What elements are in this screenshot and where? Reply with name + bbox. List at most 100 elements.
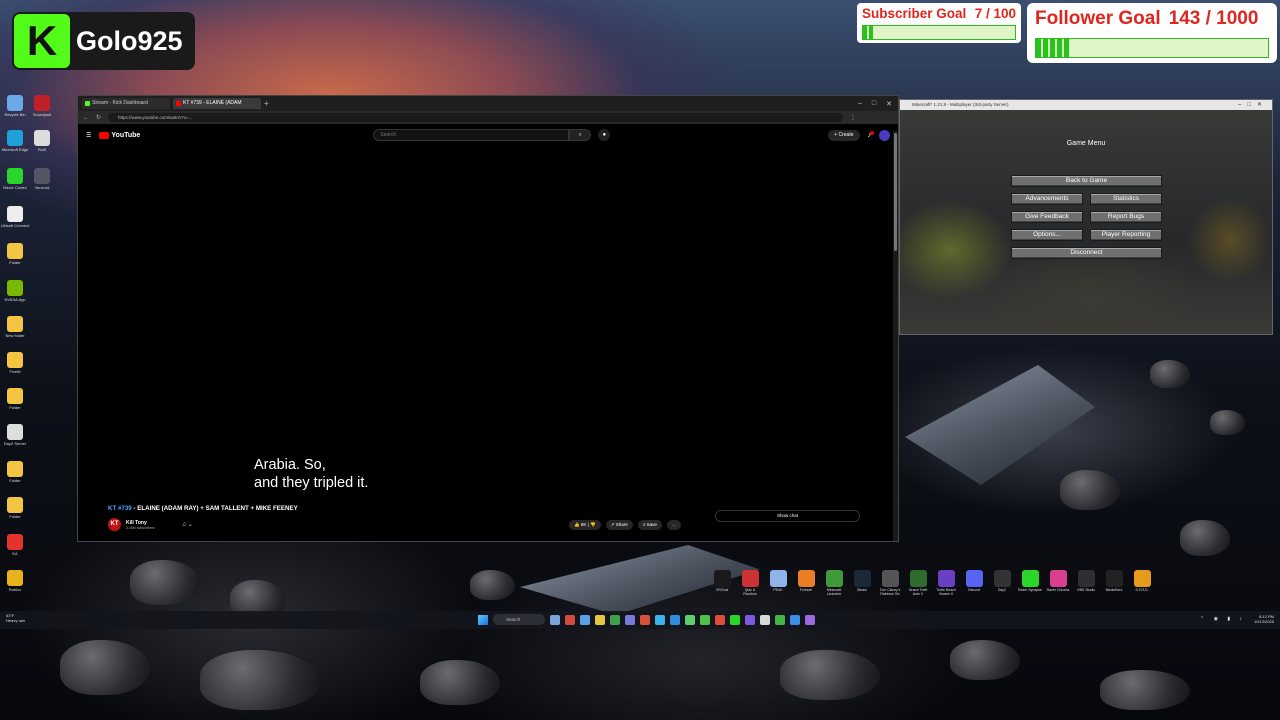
desktop-icon[interactable]: FiveM [0, 352, 30, 374]
desktop-shortcut[interactable]: Grand Theft Auto V [906, 570, 930, 596]
taskbar-app-icon[interactable] [685, 614, 695, 625]
taskbar-app-icon[interactable] [715, 614, 725, 625]
account-avatar[interactable] [879, 129, 890, 141]
episode-link[interactable]: KT #739 [108, 505, 132, 512]
more-actions-icon[interactable]: … [666, 520, 682, 530]
browser-window[interactable]: Stream - Kick Dashboard KT #739 - ELAINE… [77, 95, 899, 542]
create-button[interactable]: + Create [828, 129, 860, 141]
reload-icon[interactable]: ↻ [96, 114, 101, 121]
folder-icon [7, 497, 23, 513]
give-feedback-button[interactable]: Give Feedback [1011, 211, 1083, 223]
desktop-icon[interactable]: Folder [0, 497, 30, 519]
player-reporting-button[interactable]: Player Reporting [1090, 229, 1162, 241]
page-scrollbar[interactable] [893, 131, 898, 541]
taskbar-app-icon[interactable] [610, 614, 620, 625]
system-tray[interactable]: ⌃ ◉ ▮ ♪ [1200, 616, 1246, 622]
desktop-icon[interactable]: Folder [0, 388, 30, 410]
desktop-shortcut[interactable]: Razer Synapse [1018, 570, 1042, 596]
taskbar-app-icon[interactable] [775, 614, 785, 625]
folder-icon [7, 316, 23, 332]
close-icon[interactable]: ✕ [886, 100, 892, 108]
taskbar-app-icon[interactable] [640, 614, 650, 625]
taskbar-app-icon[interactable] [625, 614, 635, 625]
taskbar-app-icon[interactable] [790, 614, 800, 625]
taskbar-app-icon[interactable] [580, 614, 590, 625]
desktop-icon[interactable]: RollI [27, 130, 57, 152]
taskbar-app-icon[interactable] [550, 614, 560, 625]
desktop-shortcut[interactable]: Steam [850, 570, 874, 596]
desktop-shortcut[interactable]: Turtle Beach Swarm II [934, 570, 958, 596]
taskbar-app-icon[interactable] [565, 614, 575, 625]
desktop-shortcut[interactable]: Discord [962, 570, 986, 596]
taskbar-app-icon[interactable] [760, 614, 770, 625]
options-button[interactable]: Options... [1011, 229, 1083, 241]
windows-start-icon[interactable] [478, 614, 488, 625]
desktop-icon[interactable]: Ubisoft Connect [0, 206, 30, 228]
weather-widget[interactable]: 63°F Heavy rain [6, 613, 25, 623]
disconnect-button[interactable]: Disconnect [1011, 247, 1162, 259]
desktop-shortcut[interactable]: DayZ [990, 570, 1014, 596]
maximize-icon[interactable]: □ [872, 100, 876, 108]
desktop-shortcut[interactable]: Tom Clancy's Rainbow Six [878, 570, 902, 596]
menu-icon[interactable]: ☰ [86, 132, 91, 139]
desktop-shortcut[interactable]: Minecraft Launcher [822, 570, 846, 596]
desktop-shortcut[interactable]: Razer Chroma [1046, 570, 1070, 596]
minecraft-window[interactable]: Minecraft* 1.21.8 - Multiplayer (3rd-par… [899, 99, 1273, 335]
video-player[interactable]: Arabia. So, and they tripled it. [78, 146, 896, 498]
statistics-button[interactable]: Statistics [1090, 193, 1162, 205]
desktop-icon[interactable]: Microsoft Edge [0, 130, 30, 152]
taskbar-clock[interactable]: 8:12 PM 10/13/2025 [1254, 614, 1274, 624]
taskbar-app-icon[interactable] [805, 614, 815, 625]
back-to-game-button[interactable]: Back to Game [1011, 175, 1162, 187]
desktop-shortcut[interactable]: Quiz & Random [738, 570, 762, 596]
advancements-button[interactable]: Advancements [1011, 193, 1083, 205]
desktop-shortcut[interactable]: PEAK [766, 570, 790, 596]
save-button[interactable]: ≡ Save [637, 520, 662, 530]
desktop-shortcut[interactable]: Foxhole [794, 570, 818, 596]
taskbar-app-icon[interactable] [655, 614, 665, 625]
desktop-shortcut[interactable]: MediaServ [1102, 570, 1126, 596]
desktop-icon[interactable]: Roblox [0, 570, 30, 592]
youtube-logo[interactable]: YouTube [99, 131, 140, 139]
desktop-shortcut[interactable]: S.F.R.D. [1130, 570, 1154, 596]
show-chat-button[interactable]: Show chat [715, 510, 860, 522]
desktop-shortcut[interactable]: OBS Studio [1074, 570, 1098, 596]
notifications-bell-icon[interactable]: ♪ [868, 130, 874, 139]
scrollbar-thumb[interactable] [894, 133, 897, 251]
tab-kick-dashboard[interactable]: Stream - Kick Dashboard [82, 98, 170, 109]
minecraft-window-controls[interactable]: –□✕ [1238, 100, 1268, 110]
desktop-icon-label: Ubisoft Connect [0, 223, 30, 228]
desktop-icon[interactable]: Razer Cortex [0, 168, 30, 190]
back-icon[interactable]: ← [83, 115, 89, 121]
microphone-icon[interactable]: ● [598, 129, 611, 141]
taskbar-app-icon[interactable] [745, 614, 755, 625]
desktop-icon[interactable]: Folder [0, 461, 30, 483]
url-field[interactable]: https://www.youtube.com/watch?v=... [108, 113, 844, 122]
taskbar-app-icon[interactable] [595, 614, 605, 625]
share-button[interactable]: ↗ Share [605, 520, 633, 530]
report-bugs-button[interactable]: Report Bugs [1090, 211, 1162, 223]
new-tab-button[interactable]: + [264, 99, 269, 108]
subscribed-bell-icon[interactable]: ♫ ⌄ [182, 521, 193, 528]
taskbar-app-icon[interactable] [670, 614, 680, 625]
minimize-icon[interactable]: – [858, 100, 862, 108]
like-button[interactable]: 👍 8K | 👎 [569, 520, 601, 530]
desktop-shortcut[interactable]: VRChat [710, 570, 734, 596]
desktop-icon[interactable]: Soundpad [27, 95, 57, 117]
desktop-icon[interactable]: Folder [0, 243, 30, 265]
video-title: KT #739 - ELAINE (ADAM RAY) + SAM TALLEN… [108, 505, 298, 512]
desktop-icon[interactable]: EA [0, 534, 30, 556]
taskbar-app-icon[interactable] [700, 614, 710, 625]
desktop-icon[interactable]: Recycle Bin [0, 95, 30, 117]
extensions-icon[interactable]: ⋮ [850, 114, 856, 121]
desktop-icon[interactable]: DayZ Server [0, 424, 30, 446]
taskbar-app-icon[interactable] [730, 614, 740, 625]
tab-youtube-video[interactable]: KT #739 - ELAINE (ADAM [173, 98, 261, 109]
taskbar-search[interactable]: Search [493, 614, 545, 625]
youtube-search-input[interactable]: Search [373, 129, 570, 141]
desktop-icon[interactable]: NVIDIA App [0, 280, 30, 302]
channel-avatar[interactable]: KT [108, 518, 121, 531]
desktop-icon[interactable]: Vencord [27, 168, 57, 190]
desktop-icon[interactable]: New folder [0, 316, 30, 338]
search-icon[interactable]: ⌕ [569, 129, 592, 141]
